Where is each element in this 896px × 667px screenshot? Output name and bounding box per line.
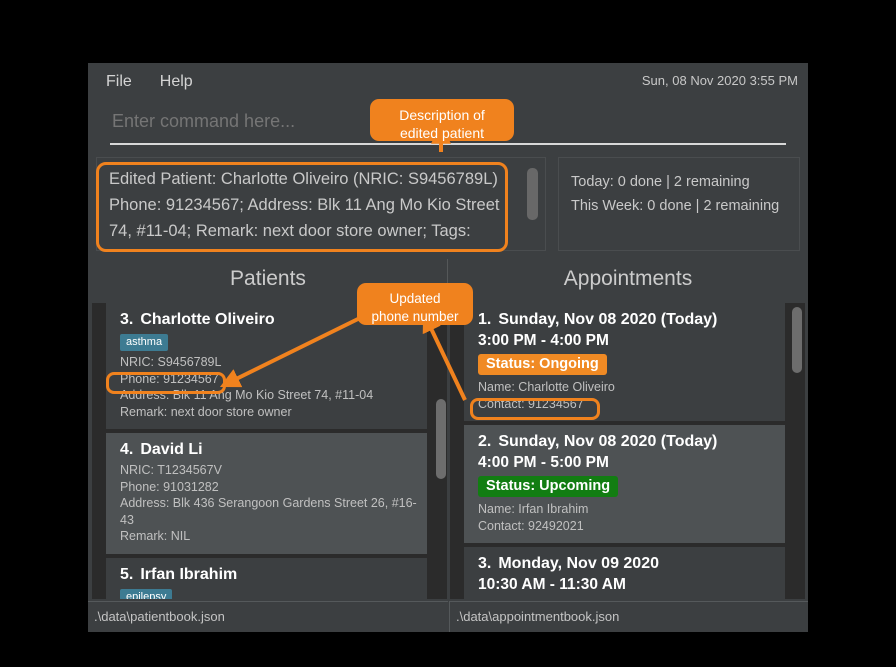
appointments-panel-title: Appointments xyxy=(563,267,693,290)
patients-status-bar: .\data\patientbook.json xyxy=(88,601,448,632)
stats-today: Today: 0 done | 2 remaining xyxy=(571,174,750,190)
statistics-panel: Today: 0 done | 2 remaining This Week: 0… xyxy=(558,157,800,251)
appointment-patient-name: Name: Charlotte Oliveiro xyxy=(478,380,615,394)
patient-phone: Phone: 91234567 xyxy=(120,371,219,386)
appointment-time: 3:00 PM - 4:00 PM xyxy=(478,332,609,349)
callout-description-of-edited-patient: Description of edited patient xyxy=(370,99,514,141)
screenshot-root: File Help Sun, 08 Nov 2020 3:55 PM Edite… xyxy=(0,0,896,667)
appointments-status-bar: .\data\appointmentbook.json xyxy=(449,601,808,632)
appointment-time: 4:00 PM - 5:00 PM xyxy=(478,454,609,471)
patient-tag[interactable]: epilepsy xyxy=(120,588,173,599)
patient-nric: NRIC: S9456789L xyxy=(120,355,222,369)
patient-remark: Remark: NIL xyxy=(120,529,191,543)
patients-scrollbar-thumb[interactable] xyxy=(436,399,446,479)
appointment-index: 2. xyxy=(478,433,492,450)
list-item[interactable]: 4. David Li NRIC: T1234567V Phone: 910312… xyxy=(106,433,427,554)
patient-address: Address: Blk 11 Ang Mo Kio Street 74, #1… xyxy=(120,388,374,402)
callout-updated-phone-number: Updated phone number xyxy=(357,283,473,325)
result-text: Edited Patient: Charlotte Oliveiro (NRIC… xyxy=(109,170,505,240)
patient-name: David Li xyxy=(140,441,203,458)
patient-index: 5. xyxy=(120,565,134,583)
patient-address: Address: Blk 436 Serangoon Gardens Stree… xyxy=(120,496,417,527)
command-input-underline xyxy=(110,143,786,145)
appointments-list-panel[interactable]: 1. Sunday, Nov 08 2020 (Today) 3:00 PM - … xyxy=(450,303,805,599)
list-item[interactable]: 2. Sunday, Nov 08 2020 (Today) 4:00 PM - … xyxy=(464,425,785,543)
patient-tag[interactable]: asthma xyxy=(120,334,169,351)
appointments-scrollbar[interactable] xyxy=(791,303,803,599)
result-scrollbar[interactable] xyxy=(526,164,539,244)
menu-item-help[interactable]: Help xyxy=(150,71,203,93)
status-badge: Status: Upcoming xyxy=(478,476,619,497)
appointment-card-title: 1. Sunday, Nov 08 2020 (Today) xyxy=(478,311,775,329)
patient-phone: Phone: 91031282 xyxy=(120,479,219,494)
status-badge: Status: Ongoing xyxy=(478,354,607,375)
result-scrollbar-thumb[interactable] xyxy=(527,168,538,220)
list-item[interactable]: 5. Irfan Ibrahim epilepsy xyxy=(106,557,427,599)
callout-description-text: Description of edited patient xyxy=(399,107,485,141)
appointment-date: Sunday, Nov 08 2020 (Today) xyxy=(498,433,718,450)
appointment-index: 3. xyxy=(478,555,492,572)
patient-card-title: 4. David Li xyxy=(120,441,417,459)
patient-index: 4. xyxy=(120,441,134,458)
clock-label: Sun, 08 Nov 2020 3:55 PM xyxy=(641,73,798,88)
patient-name: Charlotte Oliveiro xyxy=(140,311,275,328)
callout-phone-text: Updated phone number xyxy=(371,291,459,324)
appointment-card-title: 2. Sunday, Nov 08 2020 (Today) xyxy=(478,433,775,451)
patients-scrollbar[interactable] xyxy=(435,303,447,599)
appointments-scrollbar-thumb[interactable] xyxy=(792,307,802,373)
appointment-contact: Contact: 92492021 xyxy=(478,518,584,533)
appointment-time: 10:30 AM - 11:30 AM xyxy=(478,576,626,593)
patients-save-path: .\data\patientbook.json xyxy=(94,609,225,624)
list-item[interactable]: 3. Monday, Nov 09 2020 10:30 AM - 11:30 A… xyxy=(464,547,785,599)
patient-name: Irfan Ibrahim xyxy=(140,565,238,583)
appointment-date: Sunday, Nov 08 2020 (Today) xyxy=(498,311,718,328)
appointment-patient-name: Name: Irfan Ibrahim xyxy=(478,502,589,516)
patient-remark: Remark: next door store owner xyxy=(120,404,292,419)
result-display-panel: Edited Patient: Charlotte Oliveiro (NRIC… xyxy=(96,157,546,251)
appointment-contact: Contact: 91234567 xyxy=(478,396,584,411)
patientbook-app-window: File Help Sun, 08 Nov 2020 3:55 PM Edite… xyxy=(88,63,808,632)
patients-list-panel[interactable]: 3. Charlotte Oliveiro asthma NRIC: S94567… xyxy=(92,303,447,599)
menu-item-file[interactable]: File xyxy=(96,71,142,93)
patient-nric: NRIC: T1234567V xyxy=(120,463,222,477)
appointment-index: 1. xyxy=(478,311,492,328)
patient-card-title: 5. Irfan Ibrahim xyxy=(120,566,417,584)
result-stats-row: Edited Patient: Charlotte Oliveiro (NRIC… xyxy=(88,151,808,261)
appointment-card-title: 3. Monday, Nov 09 2020 xyxy=(478,555,775,573)
stats-this-week: This Week: 0 done | 2 remaining xyxy=(571,198,780,214)
menu-bar: File Help Sun, 08 Nov 2020 3:55 PM xyxy=(88,63,808,100)
appointment-date: Monday, Nov 09 2020 xyxy=(498,555,659,572)
appointments-save-path: .\data\appointmentbook.json xyxy=(456,609,620,624)
statistics-text: Today: 0 done | 2 remaining This Week: 0… xyxy=(571,170,779,218)
list-item[interactable]: 1. Sunday, Nov 08 2020 (Today) 3:00 PM - … xyxy=(464,303,785,421)
patient-index: 3. xyxy=(120,311,134,328)
